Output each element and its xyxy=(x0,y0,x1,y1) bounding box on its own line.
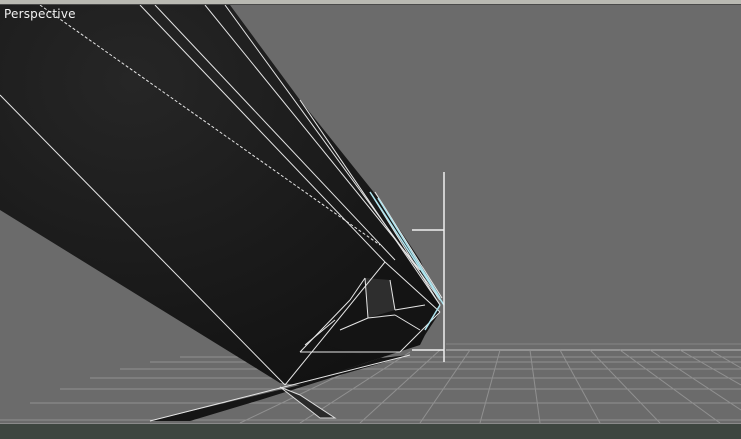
viewport-bottom-bar xyxy=(0,423,741,439)
perspective-viewport[interactable]: Perspective xyxy=(0,0,741,439)
viewport-label[interactable]: Perspective xyxy=(4,7,76,21)
viewport-scene[interactable] xyxy=(0,5,741,423)
